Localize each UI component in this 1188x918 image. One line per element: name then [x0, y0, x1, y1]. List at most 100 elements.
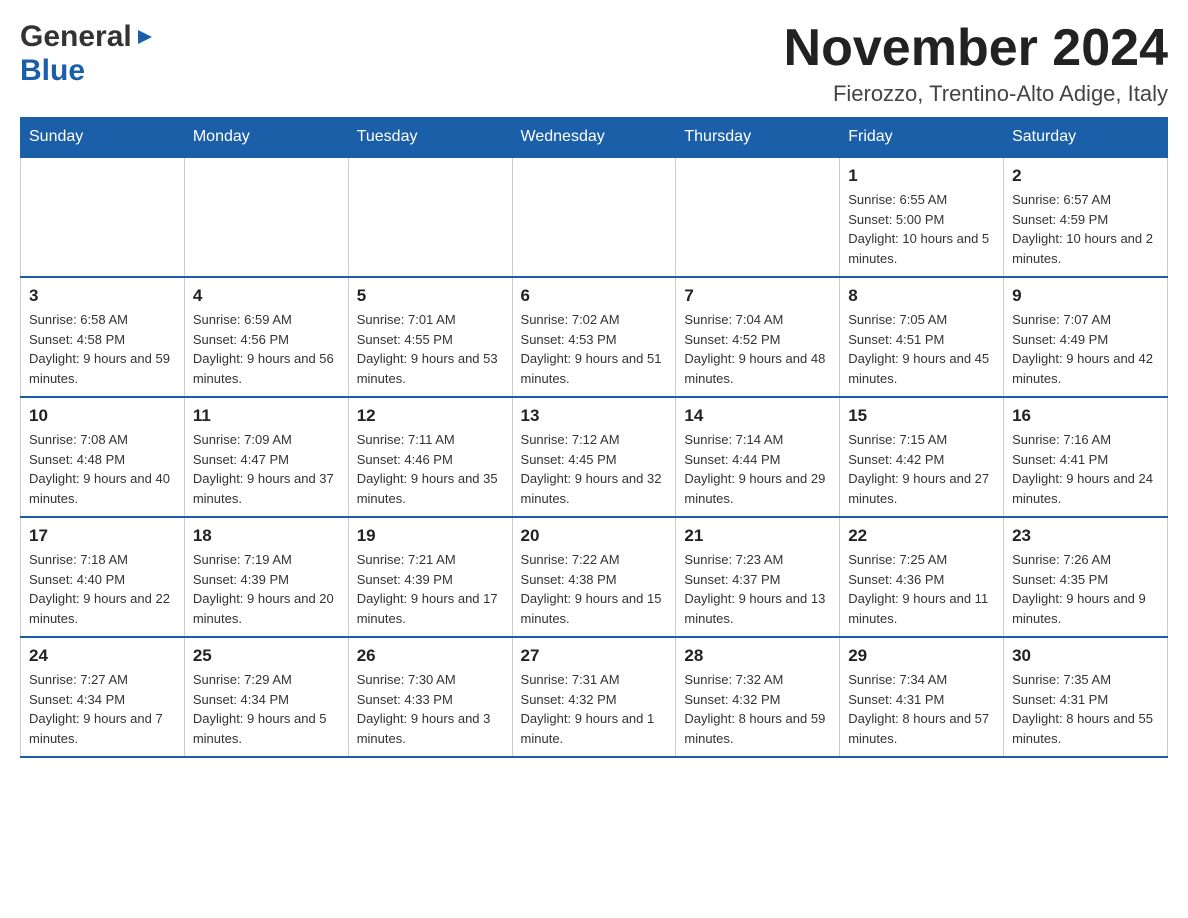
calendar-cell: 5 Sunrise: 7:01 AMSunset: 4:55 PMDaylight…	[348, 277, 512, 397]
day-info: Sunrise: 7:11 AMSunset: 4:46 PMDaylight:…	[357, 430, 504, 508]
day-info: Sunrise: 7:07 AMSunset: 4:49 PMDaylight:…	[1012, 310, 1159, 388]
day-number: 22	[848, 526, 995, 546]
day-of-week-header: Tuesday	[348, 118, 512, 158]
page-header: General Blue November 2024 Fierozzo, Tre…	[20, 20, 1168, 107]
day-info: Sunrise: 7:04 AMSunset: 4:52 PMDaylight:…	[684, 310, 831, 388]
day-number: 20	[521, 526, 668, 546]
day-info: Sunrise: 7:08 AMSunset: 4:48 PMDaylight:…	[29, 430, 176, 508]
calendar-week-row: 17 Sunrise: 7:18 AMSunset: 4:40 PMDayligh…	[21, 517, 1168, 637]
day-info: Sunrise: 7:21 AMSunset: 4:39 PMDaylight:…	[357, 550, 504, 628]
logo-blue-text: Blue	[20, 54, 85, 88]
day-number: 12	[357, 406, 504, 426]
day-number: 15	[848, 406, 995, 426]
day-info: Sunrise: 7:23 AMSunset: 4:37 PMDaylight:…	[684, 550, 831, 628]
day-info: Sunrise: 7:26 AMSunset: 4:35 PMDaylight:…	[1012, 550, 1159, 628]
day-number: 14	[684, 406, 831, 426]
day-number: 27	[521, 646, 668, 666]
day-number: 21	[684, 526, 831, 546]
day-number: 11	[193, 406, 340, 426]
calendar-cell: 13Sunrise: 7:12 AMSunset: 4:45 PMDayligh…	[512, 397, 676, 517]
calendar-cell: 23Sunrise: 7:26 AMSunset: 4:35 PMDayligh…	[1004, 517, 1168, 637]
calendar-cell: 4 Sunrise: 6:59 AMSunset: 4:56 PMDaylight…	[184, 277, 348, 397]
day-info: Sunrise: 7:09 AMSunset: 4:47 PMDaylight:…	[193, 430, 340, 508]
day-number: 10	[29, 406, 176, 426]
calendar-cell: 7Sunrise: 7:04 AMSunset: 4:52 PMDaylight…	[676, 277, 840, 397]
calendar-cell: 29 Sunrise: 7:34 AMSunset: 4:31 PMDayligh…	[840, 637, 1004, 757]
day-number: 8	[848, 286, 995, 306]
day-number: 3	[29, 286, 176, 306]
day-number: 19	[357, 526, 504, 546]
calendar-cell: 25 Sunrise: 7:29 AMSunset: 4:34 PMDayligh…	[184, 637, 348, 757]
day-info: Sunrise: 7:18 AMSunset: 4:40 PMDaylight:…	[29, 550, 176, 628]
calendar-cell: 2 Sunrise: 6:57 AMSunset: 4:59 PMDaylight…	[1004, 157, 1168, 277]
day-of-week-header: Monday	[184, 118, 348, 158]
day-info: Sunrise: 7:22 AMSunset: 4:38 PMDaylight:…	[521, 550, 668, 628]
calendar-cell	[184, 157, 348, 277]
calendar-cell: 21 Sunrise: 7:23 AMSunset: 4:37 PMDayligh…	[676, 517, 840, 637]
calendar-cell: 28 Sunrise: 7:32 AMSunset: 4:32 PMDayligh…	[676, 637, 840, 757]
day-info: Sunrise: 7:31 AMSunset: 4:32 PMDaylight:…	[521, 670, 668, 748]
calendar-cell: 12 Sunrise: 7:11 AMSunset: 4:46 PMDayligh…	[348, 397, 512, 517]
calendar-cell: 3Sunrise: 6:58 AMSunset: 4:58 PMDaylight…	[21, 277, 185, 397]
calendar-table: SundayMondayTuesdayWednesdayThursdayFrid…	[20, 117, 1168, 758]
calendar-header-row: SundayMondayTuesdayWednesdayThursdayFrid…	[21, 118, 1168, 158]
month-title: November 2024	[784, 20, 1168, 77]
calendar-cell: 11 Sunrise: 7:09 AMSunset: 4:47 PMDayligh…	[184, 397, 348, 517]
day-number: 5	[357, 286, 504, 306]
day-info: Sunrise: 7:01 AMSunset: 4:55 PMDaylight:…	[357, 310, 504, 388]
logo-triangle-icon	[134, 26, 156, 48]
calendar-cell	[512, 157, 676, 277]
calendar-week-row: 10 Sunrise: 7:08 AMSunset: 4:48 PMDayligh…	[21, 397, 1168, 517]
day-number: 17	[29, 526, 176, 546]
calendar-week-row: 1 Sunrise: 6:55 AMSunset: 5:00 PMDaylight…	[21, 157, 1168, 277]
calendar-cell: 14 Sunrise: 7:14 AMSunset: 4:44 PMDayligh…	[676, 397, 840, 517]
day-number: 6	[521, 286, 668, 306]
calendar-cell: 19 Sunrise: 7:21 AMSunset: 4:39 PMDayligh…	[348, 517, 512, 637]
day-of-week-header: Saturday	[1004, 118, 1168, 158]
calendar-cell	[676, 157, 840, 277]
logo-general-text: General	[20, 20, 132, 54]
calendar-cell	[348, 157, 512, 277]
calendar-cell: 15 Sunrise: 7:15 AMSunset: 4:42 PMDayligh…	[840, 397, 1004, 517]
day-number: 25	[193, 646, 340, 666]
calendar-week-row: 24Sunrise: 7:27 AMSunset: 4:34 PMDayligh…	[21, 637, 1168, 757]
day-number: 9	[1012, 286, 1159, 306]
day-info: Sunrise: 7:12 AMSunset: 4:45 PMDaylight:…	[521, 430, 668, 508]
day-info: Sunrise: 7:35 AMSunset: 4:31 PMDaylight:…	[1012, 670, 1159, 748]
day-number: 30	[1012, 646, 1159, 666]
day-info: Sunrise: 7:30 AMSunset: 4:33 PMDaylight:…	[357, 670, 504, 748]
day-info: Sunrise: 7:15 AMSunset: 4:42 PMDaylight:…	[848, 430, 995, 508]
calendar-cell: 26 Sunrise: 7:30 AMSunset: 4:33 PMDayligh…	[348, 637, 512, 757]
day-number: 24	[29, 646, 176, 666]
day-info: Sunrise: 7:32 AMSunset: 4:32 PMDaylight:…	[684, 670, 831, 748]
day-number: 18	[193, 526, 340, 546]
day-of-week-header: Thursday	[676, 118, 840, 158]
location-text: Fierozzo, Trentino-Alto Adige, Italy	[784, 81, 1168, 107]
calendar-cell: 18 Sunrise: 7:19 AMSunset: 4:39 PMDayligh…	[184, 517, 348, 637]
calendar-cell: 20 Sunrise: 7:22 AMSunset: 4:38 PMDayligh…	[512, 517, 676, 637]
day-of-week-header: Wednesday	[512, 118, 676, 158]
day-number: 2	[1012, 166, 1159, 186]
day-info: Sunrise: 7:34 AMSunset: 4:31 PMDaylight:…	[848, 670, 995, 748]
calendar-cell	[21, 157, 185, 277]
calendar-cell: 27 Sunrise: 7:31 AMSunset: 4:32 PMDayligh…	[512, 637, 676, 757]
day-number: 28	[684, 646, 831, 666]
day-number: 1	[848, 166, 995, 186]
calendar-cell: 6Sunrise: 7:02 AMSunset: 4:53 PMDaylight…	[512, 277, 676, 397]
day-of-week-header: Friday	[840, 118, 1004, 158]
day-info: Sunrise: 6:57 AMSunset: 4:59 PMDaylight:…	[1012, 190, 1159, 268]
day-number: 26	[357, 646, 504, 666]
day-info: Sunrise: 6:59 AMSunset: 4:56 PMDaylight:…	[193, 310, 340, 388]
calendar-cell: 24Sunrise: 7:27 AMSunset: 4:34 PMDayligh…	[21, 637, 185, 757]
day-info: Sunrise: 7:29 AMSunset: 4:34 PMDaylight:…	[193, 670, 340, 748]
day-info: Sunrise: 7:14 AMSunset: 4:44 PMDaylight:…	[684, 430, 831, 508]
day-number: 29	[848, 646, 995, 666]
calendar-cell: 22Sunrise: 7:25 AMSunset: 4:36 PMDayligh…	[840, 517, 1004, 637]
day-info: Sunrise: 7:19 AMSunset: 4:39 PMDaylight:…	[193, 550, 340, 628]
title-area: November 2024 Fierozzo, Trentino-Alto Ad…	[784, 20, 1168, 107]
day-number: 4	[193, 286, 340, 306]
logo: General Blue	[20, 20, 156, 88]
calendar-cell: 8Sunrise: 7:05 AMSunset: 4:51 PMDaylight…	[840, 277, 1004, 397]
day-info: Sunrise: 6:55 AMSunset: 5:00 PMDaylight:…	[848, 190, 995, 268]
calendar-cell: 9 Sunrise: 7:07 AMSunset: 4:49 PMDaylight…	[1004, 277, 1168, 397]
